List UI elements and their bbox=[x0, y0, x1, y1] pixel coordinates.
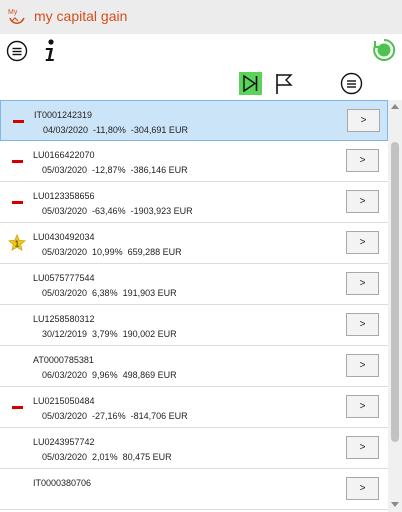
purchase-date: 30/12/2019 bbox=[42, 329, 88, 339]
scrollbar[interactable] bbox=[388, 100, 402, 512]
gain-percent: -27,16% bbox=[92, 411, 126, 421]
scroll-thumb[interactable] bbox=[391, 142, 399, 442]
open-detail-button[interactable]: > bbox=[346, 149, 379, 172]
open-detail-button[interactable]: > bbox=[346, 395, 379, 418]
purchase-date: 05/03/2020 bbox=[42, 288, 88, 298]
gain-amount: -1903,923 EUR bbox=[130, 206, 193, 216]
menu-circle-icon[interactable] bbox=[6, 40, 28, 62]
list-item[interactable]: LU0166422070 05/03/2020 -12,87% -386,146 EU… bbox=[0, 141, 388, 182]
position-details: 05/03/2020 -27,16% -814,706 EUR bbox=[42, 411, 193, 421]
gain-percent: 9,96% bbox=[92, 370, 118, 380]
open-detail-button[interactable]: > bbox=[346, 477, 379, 500]
purchase-date: 05/03/2020 bbox=[42, 247, 88, 257]
isin-code: LU0243957742 bbox=[33, 437, 95, 447]
position-details: 06/03/2020 9,96% 498,869 EUR bbox=[42, 370, 182, 380]
gain-percent: -11,80% bbox=[93, 125, 126, 135]
loss-indicator-icon bbox=[12, 406, 23, 409]
list-item[interactable]: LU0243957742 05/03/2020 2,01% 80,475 EUR > bbox=[0, 428, 388, 469]
loss-indicator-icon bbox=[12, 160, 23, 163]
loss-indicator-icon bbox=[12, 201, 23, 204]
app-title: my capital gain bbox=[34, 8, 128, 24]
flag-icon[interactable] bbox=[274, 72, 294, 96]
star-badge-icon: 1 bbox=[8, 234, 26, 251]
list-item[interactable]: IT0000380706 > bbox=[0, 469, 388, 510]
list-item[interactable]: LU0575777544 05/03/2020 6,38% 191,903 EUR > bbox=[0, 264, 388, 305]
gain-amount: 190,002 EUR bbox=[122, 329, 177, 339]
positions-list: IT0001242319 04/03/2020 -11,80% -304,691 EU… bbox=[0, 100, 388, 512]
toolbar bbox=[0, 34, 402, 100]
list-item[interactable]: AT0000785381 06/03/2020 9,96% 498,869 EUR > bbox=[0, 346, 388, 387]
gain-amount: 659,288 EUR bbox=[127, 247, 182, 257]
info-icon[interactable] bbox=[40, 38, 60, 64]
isin-code: LU0166422070 bbox=[33, 150, 95, 160]
gain-percent: 6,38% bbox=[92, 288, 118, 298]
position-details: 05/03/2020 -63,46% -1903,923 EUR bbox=[42, 206, 198, 216]
position-details: 04/03/2020 -11,80% -304,691 EUR bbox=[43, 125, 193, 135]
gain-percent: -12,87% bbox=[92, 165, 126, 175]
gain-amount: -814,706 EUR bbox=[130, 411, 188, 421]
list-item[interactable]: 1 LU0430492034 05/03/2020 10,99% 659,288 EUR… bbox=[0, 223, 388, 264]
sync-status-icon[interactable] bbox=[372, 38, 396, 62]
isin-code: AT0000785381 bbox=[33, 355, 94, 365]
gain-amount: -386,146 EUR bbox=[130, 165, 188, 175]
gain-amount: 191,903 EUR bbox=[122, 288, 177, 298]
open-detail-button[interactable]: > bbox=[346, 190, 379, 213]
purchase-date: 05/03/2020 bbox=[42, 165, 88, 175]
open-detail-button[interactable]: > bbox=[346, 231, 379, 254]
scroll-up-arrow-icon[interactable] bbox=[391, 103, 399, 109]
list-item[interactable]: LU0215050484 05/03/2020 -27,16% -814,706 EU… bbox=[0, 387, 388, 428]
scroll-down-arrow-icon[interactable] bbox=[391, 502, 399, 508]
star-badge-number: 1 bbox=[15, 239, 20, 248]
isin-code: LU1258580312 bbox=[33, 314, 95, 324]
isin-code: LU0123358656 bbox=[33, 191, 95, 201]
list-item[interactable]: LU0123358656 05/03/2020 -63,46% -1903,923 E… bbox=[0, 182, 388, 223]
position-details: 30/12/2019 3,79% 190,002 EUR bbox=[42, 329, 182, 339]
isin-code: LU0430492034 bbox=[33, 232, 95, 242]
gain-percent: -63,46% bbox=[92, 206, 126, 216]
gain-amount: 80,475 EUR bbox=[122, 452, 172, 462]
gain-percent: 3,79% bbox=[92, 329, 118, 339]
purchase-date: 05/03/2020 bbox=[42, 411, 88, 421]
open-detail-button[interactable]: > bbox=[346, 272, 379, 295]
position-details: 05/03/2020 -12,87% -386,146 EUR bbox=[42, 165, 193, 175]
purchase-date: 05/03/2020 bbox=[42, 206, 88, 216]
open-detail-button[interactable]: > bbox=[346, 436, 379, 459]
list-item[interactable]: IT0001242319 04/03/2020 -11,80% -304,691 EU… bbox=[0, 100, 388, 141]
app-logo-text: My bbox=[8, 9, 18, 16]
app-logo-icon: My bbox=[8, 9, 25, 25]
isin-code: IT0001242319 bbox=[34, 110, 93, 120]
purchase-date: 05/03/2020 bbox=[42, 452, 88, 462]
open-detail-button[interactable]: > bbox=[346, 354, 379, 377]
purchase-date: 06/03/2020 bbox=[42, 370, 88, 380]
gain-percent: 10,99% bbox=[92, 247, 123, 257]
skip-end-icon[interactable] bbox=[239, 72, 262, 95]
open-detail-button[interactable]: > bbox=[347, 109, 380, 132]
position-details: 05/03/2020 2,01% 80,475 EUR bbox=[42, 452, 177, 462]
position-details: 05/03/2020 6,38% 191,903 EUR bbox=[42, 288, 182, 298]
list-menu-icon[interactable] bbox=[340, 72, 363, 95]
gain-percent: 2,01% bbox=[92, 452, 118, 462]
position-details bbox=[42, 493, 57, 503]
isin-code: LU0575777544 bbox=[33, 273, 95, 283]
list-item[interactable]: LU1258580312 30/12/2019 3,79% 190,002 EUR > bbox=[0, 305, 388, 346]
isin-code: IT0000380706 bbox=[33, 478, 92, 488]
title-bar: My my capital gain bbox=[0, 0, 402, 34]
gain-amount: 498,869 EUR bbox=[122, 370, 177, 380]
position-details: 05/03/2020 10,99% 659,288 EUR bbox=[42, 247, 187, 257]
gain-amount: -304,691 EUR bbox=[130, 125, 188, 135]
loss-indicator-icon bbox=[13, 120, 24, 123]
isin-code: LU0215050484 bbox=[33, 396, 95, 406]
purchase-date: 04/03/2020 bbox=[43, 125, 89, 135]
open-detail-button[interactable]: > bbox=[346, 313, 379, 336]
